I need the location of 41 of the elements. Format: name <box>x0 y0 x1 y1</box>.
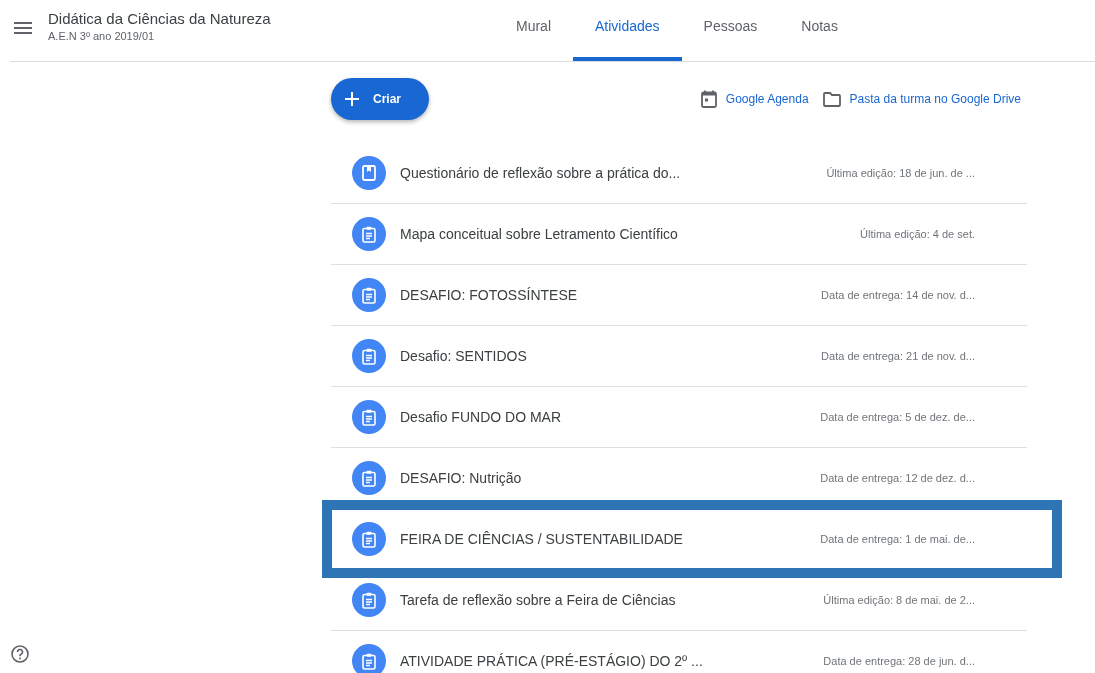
clipboard-icon <box>362 652 376 670</box>
activity-date: Data de entrega: 21 de nov. d... <box>821 350 975 362</box>
create-button[interactable]: Criar <box>331 78 429 120</box>
activity-date: Data de entrega: 14 de nov. d... <box>821 289 975 301</box>
activity-title[interactable]: Tarefa de reflexão sobre a Feira de Ciências <box>400 592 824 608</box>
help-icon[interactable] <box>11 645 29 663</box>
activity-date: Data de entrega: 1 de mai. de... <box>820 533 975 545</box>
activity-title[interactable]: Desafio: SENTIDOS <box>400 348 822 364</box>
activity-title[interactable]: FEIRA DE CIÊNCIAS / SUSTENTABILIDADE <box>400 531 821 547</box>
tab[interactable]: Notas <box>779 0 860 61</box>
document-icon <box>362 165 376 181</box>
activity-title[interactable]: Mapa conceitual sobre Letramento Científico <box>400 226 861 242</box>
activity-date: Última edição: 8 de mai. de 2... <box>823 594 975 606</box>
link[interactable]: Pasta da turma no Google Drive <box>822 90 1021 108</box>
clipboard-icon <box>362 408 376 426</box>
activity-title[interactable]: Desafio FUNDO DO MAR <box>400 409 821 425</box>
clipboard-icon <box>362 530 376 548</box>
calendar-icon <box>700 90 717 108</box>
activity-title[interactable]: DESAFIO: FOTOSSÍNTESE <box>400 287 822 303</box>
plus-icon <box>345 92 359 106</box>
activity-title[interactable]: ATIVIDADE PRÁTICA (PRÉ-ESTÁGIO) DO 2º ... <box>400 653 824 669</box>
link[interactable]: Google Agenda <box>700 90 809 108</box>
activity-date: Data de entrega: 12 de dez. d... <box>820 472 975 484</box>
activity-date: Data de entrega: 28 de jun. d... <box>823 655 975 667</box>
class-subtitle: A.E.N 3º ano 2019/01 <box>48 29 156 42</box>
clipboard-icon <box>362 225 376 243</box>
activity-title[interactable]: DESAFIO: Nutrição <box>400 470 821 486</box>
clipboard-icon <box>362 286 376 304</box>
folder-icon <box>822 91 841 107</box>
class-title: Didática da Ciências da Natureza <box>48 9 271 27</box>
activity-date: Última edição: 18 de jun. de ... <box>826 167 975 179</box>
clipboard-icon <box>362 347 376 365</box>
tab[interactable]: Atividades <box>573 0 682 61</box>
tab[interactable]: Pessoas <box>681 0 780 61</box>
activity-date: Data de entrega: 5 de dez. de... <box>820 411 975 423</box>
activity-title[interactable]: Questionário de reflexão sobre a prática do... <box>400 165 827 181</box>
clipboard-icon <box>362 469 376 487</box>
activity-date: Última edição: 4 de set. <box>860 228 975 240</box>
menu-icon[interactable] <box>14 21 32 34</box>
tab[interactable]: Mural <box>494 0 573 61</box>
clipboard-icon <box>362 591 376 609</box>
